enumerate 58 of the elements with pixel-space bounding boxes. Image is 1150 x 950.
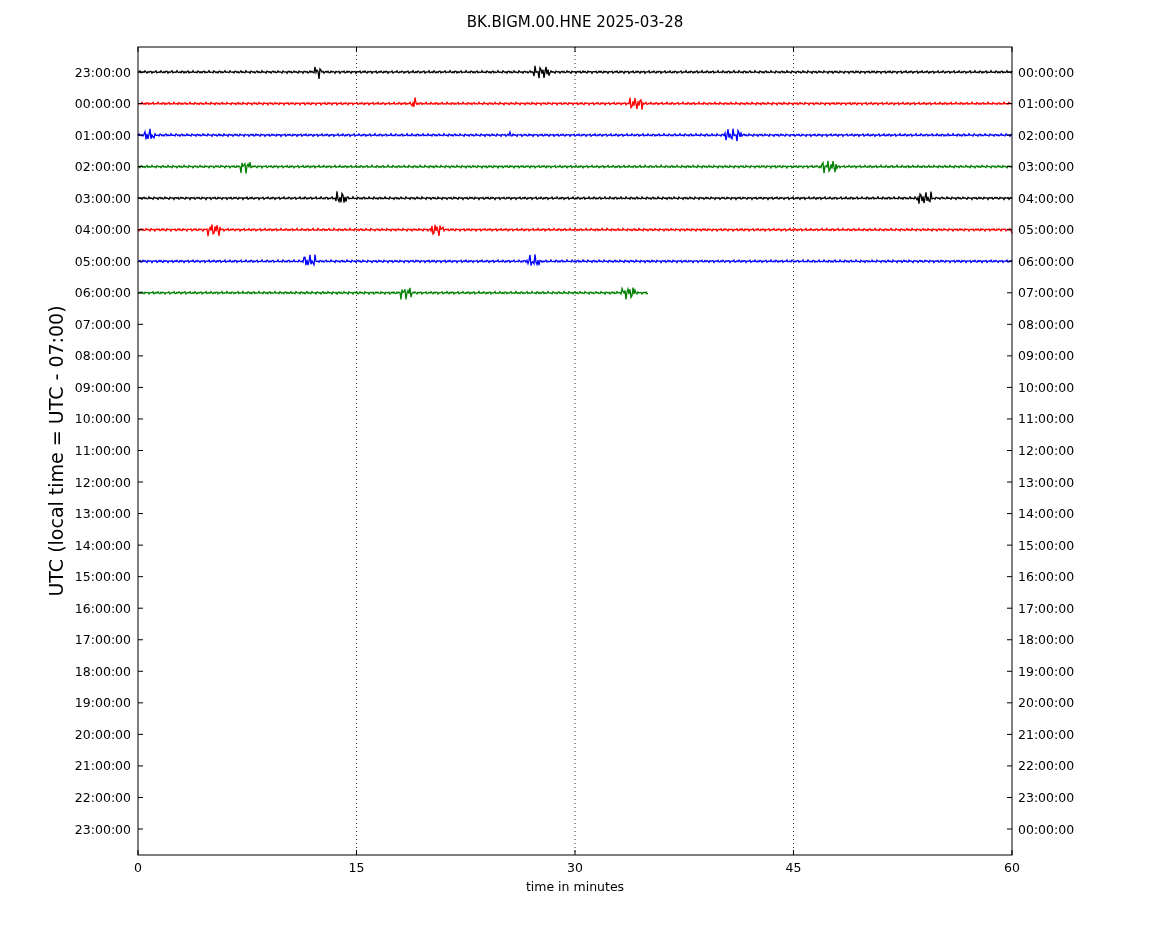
y-tick-label: 20:00:00 bbox=[74, 726, 131, 742]
y-tick-label: 01:00:00 bbox=[74, 127, 131, 143]
x-tick-label: 15 bbox=[348, 860, 365, 875]
y-tick-label: 06:00:00 bbox=[74, 285, 131, 301]
y-tick-label: 23:00:00 bbox=[74, 821, 131, 837]
y-tick-label: 11:00:00 bbox=[1018, 411, 1075, 427]
y-tick-label: 03:00:00 bbox=[74, 190, 131, 206]
y-tick-label: 17:00:00 bbox=[1018, 600, 1075, 616]
y-tick-label: 05:00:00 bbox=[74, 253, 131, 269]
y-tick-label: 04:00:00 bbox=[1018, 190, 1075, 206]
y-tick-label: 23:00:00 bbox=[74, 64, 131, 80]
chart-title: BK.BIGM.00.HNE 2025-03-28 bbox=[466, 13, 684, 31]
y-tick-label: 10:00:00 bbox=[1018, 379, 1075, 395]
y-tick-label: 07:00:00 bbox=[1018, 285, 1075, 301]
y-tick-label: 09:00:00 bbox=[74, 379, 131, 395]
y-axis-label: UTC (local time = UTC - 07:00) bbox=[45, 305, 67, 597]
y-tick-label: 20:00:00 bbox=[1018, 695, 1075, 711]
y-tick-label: 17:00:00 bbox=[74, 632, 131, 648]
y-tick-label: 15:00:00 bbox=[1018, 537, 1075, 553]
y-tick-label: 09:00:00 bbox=[1018, 348, 1075, 364]
x-tick-label: 30 bbox=[567, 860, 583, 875]
y-tick-label: 08:00:00 bbox=[1018, 316, 1075, 332]
y-tick-label: 11:00:00 bbox=[74, 443, 131, 458]
x-axis-label: time in minutes bbox=[525, 879, 625, 894]
y-tick-label: 12:00:00 bbox=[74, 474, 131, 490]
y-tick-label: 23:00:00 bbox=[1018, 789, 1075, 805]
y-tick-label: 02:00:00 bbox=[1018, 127, 1075, 143]
y-tick-label: 22:00:00 bbox=[1018, 758, 1075, 774]
y-tick-label: 04:00:00 bbox=[74, 222, 131, 238]
y-tick-label: 15:00:00 bbox=[74, 569, 131, 585]
y-tick-label: 22:00:00 bbox=[74, 789, 131, 805]
x-tick-label: 45 bbox=[785, 860, 802, 875]
y-tick-label: 00:00:00 bbox=[74, 96, 131, 112]
y-tick-label: 16:00:00 bbox=[74, 600, 131, 616]
y-tick-label: 13:00:00 bbox=[1018, 474, 1075, 490]
y-tick-label: 18:00:00 bbox=[1018, 632, 1075, 648]
y-tick-label: 07:00:00 bbox=[74, 316, 131, 332]
y-tick-label: 16:00:00 bbox=[1018, 569, 1075, 585]
y-tick-label: 08:00:00 bbox=[74, 348, 131, 364]
y-tick-label: 14:00:00 bbox=[1018, 506, 1075, 522]
y-tick-label: 19:00:00 bbox=[1018, 663, 1075, 679]
y-tick-label: 12:00:00 bbox=[1018, 443, 1075, 458]
y-tick-label: 06:00:00 bbox=[1018, 253, 1075, 269]
y-tick-label: 19:00:00 bbox=[74, 695, 131, 711]
x-tick-label: 60 bbox=[1004, 860, 1020, 875]
y-tick-label: 14:00:00 bbox=[74, 537, 131, 553]
y-tick-label: 21:00:00 bbox=[74, 758, 131, 774]
y-tick-label: 13:00:00 bbox=[74, 506, 131, 522]
y-tick-label: 03:00:00 bbox=[1018, 159, 1075, 175]
y-tick-label: 21:00:00 bbox=[1018, 726, 1075, 742]
y-tick-label: 00:00:00 bbox=[1018, 64, 1075, 80]
y-tick-label: 00:00:00 bbox=[1018, 821, 1075, 837]
x-tick-label: 0 bbox=[134, 860, 142, 875]
y-tick-label: 02:00:00 bbox=[74, 159, 131, 175]
y-tick-label: 01:00:00 bbox=[1018, 96, 1075, 112]
y-tick-label: 10:00:00 bbox=[74, 411, 131, 427]
y-tick-label: 18:00:00 bbox=[74, 663, 131, 679]
y-tick-label: 05:00:00 bbox=[1018, 222, 1075, 238]
